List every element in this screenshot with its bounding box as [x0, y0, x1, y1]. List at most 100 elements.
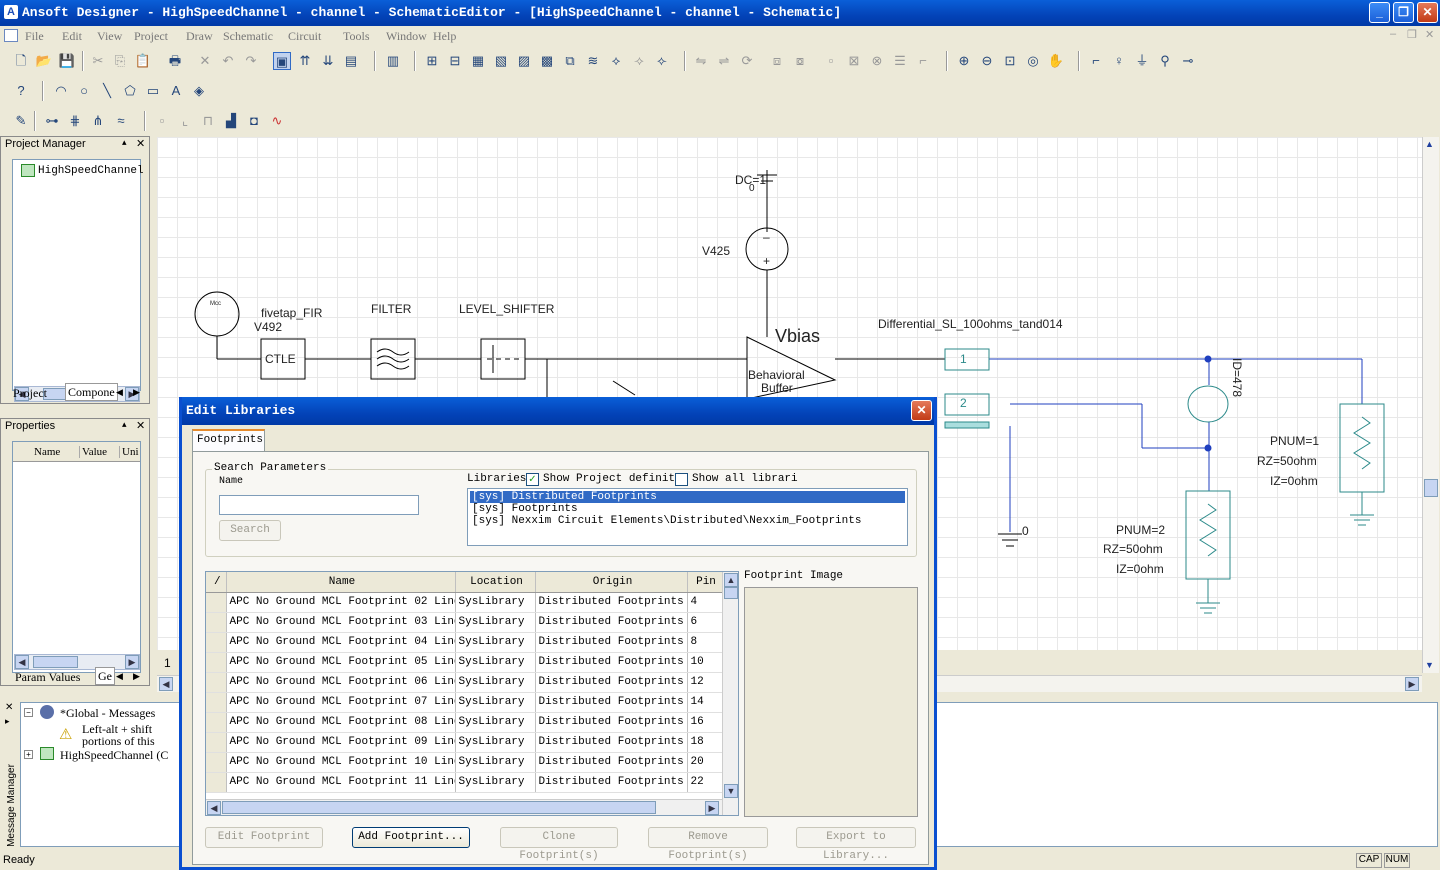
close-button[interactable]: ✕	[1417, 2, 1438, 23]
table-row[interactable]: APC No Ground MCL Footprint 06 Line SysLi…	[206, 672, 723, 693]
grid-hscrollbar[interactable]: ◀ ▶	[206, 799, 722, 815]
expand-icon[interactable]: −	[24, 708, 33, 717]
pins-icon[interactable]: ⊓	[199, 112, 217, 130]
sweep-icon[interactable]: ⟣	[653, 52, 671, 70]
interface-port-icon[interactable]: ⊸	[1179, 52, 1197, 70]
redo-icon[interactable]: ↷	[242, 52, 260, 70]
rectangle-icon[interactable]: ▭	[144, 82, 162, 100]
line-icon[interactable]: ╲	[98, 82, 116, 100]
scroll-thumb[interactable]	[724, 587, 738, 599]
show-all-checkbox[interactable]	[675, 473, 688, 486]
tab-project[interactable]: Project	[13, 386, 47, 401]
expand-icon[interactable]: +	[24, 750, 33, 759]
scroll-left-icon[interactable]: ◀	[159, 677, 173, 691]
remove-footprint-button[interactable]: Remove Footprint(s)	[648, 827, 768, 862]
edit-footprint-button[interactable]: Edit Footprint	[205, 827, 323, 848]
port-icon[interactable]: ⚲	[1156, 52, 1174, 70]
menu-help[interactable]: Help	[433, 29, 456, 44]
col-sort[interactable]: /	[206, 572, 227, 593]
menu-view[interactable]: View	[97, 29, 122, 44]
cut-icon[interactable]: ✂	[89, 52, 107, 70]
scroll-right-icon[interactable]: ▶	[1405, 677, 1419, 691]
library-item[interactable]: [sys] Nexxim Circuit Elements\Distribute…	[470, 515, 861, 527]
message-close-icon[interactable]: ✕	[5, 702, 13, 713]
hierarchy-down-icon[interactable]: ⇊	[319, 52, 337, 70]
table-row[interactable]: APC No Ground MCL Footprint 10 Line SysLi…	[206, 752, 723, 773]
tune-icon[interactable]: ⟢	[630, 52, 648, 70]
table-row[interactable]: APC No Ground MCL Footprint 09 Line SysLi…	[206, 732, 723, 753]
tab-left-icon[interactable]: ◀	[116, 671, 123, 682]
tab-right-icon[interactable]: ▶	[133, 387, 140, 398]
scroll-up-icon[interactable]: ▲	[724, 573, 738, 587]
add-schematic-icon[interactable]: ⊟	[446, 52, 464, 70]
mdi-close-icon[interactable]: ✕	[1425, 28, 1434, 41]
zoom-area-icon[interactable]: ⊡	[1001, 52, 1019, 70]
image-icon[interactable]: ◈	[190, 82, 208, 100]
arc-icon[interactable]: ◠	[52, 82, 70, 100]
probe-icon[interactable]: ◘	[245, 112, 263, 130]
tab-components[interactable]: Compone	[65, 383, 118, 401]
pan-icon[interactable]: ✋	[1047, 52, 1065, 70]
box-icon[interactable]: ▫	[153, 112, 171, 130]
text-icon[interactable]: A	[167, 82, 185, 100]
menu-circuit[interactable]: Circuit	[288, 29, 321, 44]
pin-icon[interactable]: ⌐	[914, 52, 932, 70]
circle-icon[interactable]: ○	[75, 82, 93, 100]
align-icon[interactable]: ▫	[822, 52, 840, 70]
message-collapse-icon[interactable]: ▸	[5, 716, 10, 727]
scroll-right-icon[interactable]: ▶	[705, 801, 719, 815]
hierarchy-up-icon[interactable]: ⇈	[296, 52, 314, 70]
bring-front-icon[interactable]: ⧈	[768, 52, 786, 70]
copy-icon[interactable]: ⎘	[111, 52, 129, 70]
wire-icon[interactable]: ⌐	[1087, 52, 1105, 70]
global-messages[interactable]: *Global - Messages	[60, 706, 155, 721]
tab-footprints[interactable]: Footprints	[192, 429, 265, 451]
print-icon[interactable]: 🖶	[166, 52, 184, 70]
flip-icon[interactable]: ⇋	[692, 52, 710, 70]
show-project-checkbox[interactable]: ✓	[526, 473, 539, 486]
scroll-right-icon[interactable]: ▶	[125, 655, 139, 669]
help-icon[interactable]: ?	[12, 82, 30, 100]
properties-icon[interactable]: ▤	[342, 52, 360, 70]
zoom-in-icon[interactable]: ⊕	[955, 52, 973, 70]
scroll-down-icon[interactable]: ▼	[1425, 660, 1434, 670]
tree-item-highspeedchannel[interactable]: HighSpeedChannel	[38, 165, 144, 177]
col-pins[interactable]: Pin	[687, 572, 723, 593]
scroll-thumb[interactable]	[1424, 479, 1438, 497]
menu-edit[interactable]: Edit	[62, 29, 82, 44]
table-row[interactable]: APC No Ground MCL Footprint 07 Line SysLi…	[206, 692, 723, 713]
scroll-thumb[interactable]	[33, 656, 78, 668]
col-name[interactable]: Name	[226, 572, 456, 593]
table-row[interactable]: APC No Ground MCL Footprint 03 Line SysLi…	[206, 612, 723, 633]
menu-window[interactable]: Window	[386, 29, 427, 44]
menu-project[interactable]: Project	[134, 29, 168, 44]
select-icon[interactable]: ▣	[273, 52, 291, 70]
tab-general[interactable]: Ge	[95, 667, 115, 685]
library-item[interactable]: [sys] Distributed Footprints	[470, 491, 905, 503]
project-messages[interactable]: HighSpeedChannel (C	[60, 748, 168, 763]
analyze-icon[interactable]: ≋	[584, 52, 602, 70]
scroll-up-icon[interactable]: ▲	[1425, 139, 1434, 149]
menu-file[interactable]: File	[25, 29, 44, 44]
dialog-close-button[interactable]: ✕	[911, 400, 932, 421]
validate-icon[interactable]: ▥	[384, 52, 402, 70]
table-row[interactable]: APC No Ground MCL Footprint 08 Line SysLi…	[206, 712, 723, 733]
scroll-thumb[interactable]	[222, 801, 656, 814]
scroll-left-icon[interactable]: ◀	[207, 801, 221, 815]
add-report-icon[interactable]: ▨	[515, 52, 533, 70]
table-row[interactable]: APC No Ground MCL Footprint 05 Line SysLi…	[206, 652, 723, 673]
list-icon[interactable]: ☰	[891, 52, 909, 70]
export-library-button[interactable]: Export to Library...	[796, 827, 916, 862]
mirror-icon[interactable]: ⇌	[715, 52, 733, 70]
table-row[interactable]: APC No Ground MCL Footprint 11 Line SysLi…	[206, 772, 723, 793]
delete-icon[interactable]: ✕	[196, 52, 214, 70]
no-connect-icon[interactable]: ⊠	[845, 52, 863, 70]
page-port-icon[interactable]: ♀	[1110, 52, 1128, 70]
add-design-icon[interactable]: ⊞	[423, 52, 441, 70]
tab-right-icon[interactable]: ▶	[133, 671, 140, 682]
col-location[interactable]: Location	[455, 572, 536, 593]
ground-icon[interactable]: ⏚	[1133, 52, 1151, 70]
save-icon[interactable]: 💾	[58, 52, 76, 70]
add-netlist-icon[interactable]: ▧	[492, 52, 510, 70]
scroll-down-icon[interactable]: ▼	[724, 784, 738, 798]
